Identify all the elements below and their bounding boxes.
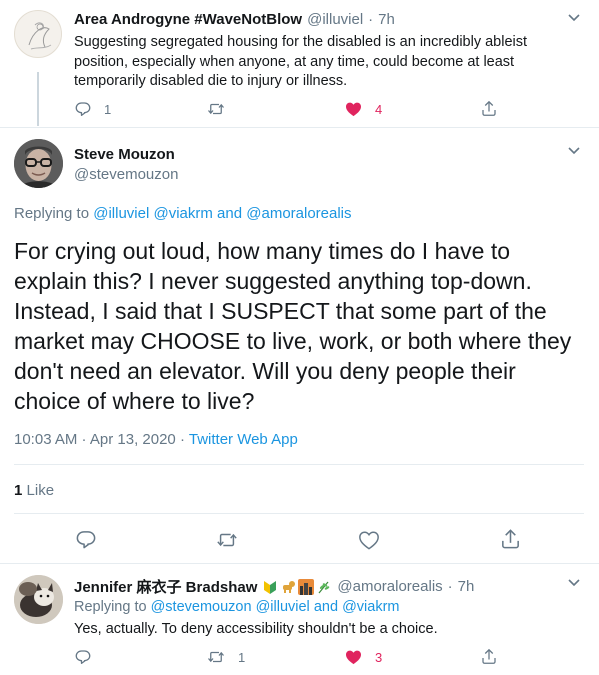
tweet3-separator: ·: [447, 578, 453, 595]
main-timestamp-row: 10:03 AM · Apr 13, 2020 · Twitter Web Ap…: [14, 431, 298, 448]
main-share-button[interactable]: [499, 527, 522, 551]
main-replying-to: Replying to @illuviel @viakrm and @amora…: [14, 205, 352, 222]
tweet3-handle[interactable]: @amoralorealis: [337, 578, 442, 595]
main-likes-row[interactable]: 1 Like: [14, 482, 54, 499]
tweet1-like-count: 4: [375, 101, 383, 117]
tweet1-share-button[interactable]: [480, 99, 498, 118]
thread-connector-line: [37, 72, 39, 126]
main-handle[interactable]: @stevemouzon: [74, 166, 178, 183]
avatar-jennifer-bradshaw[interactable]: [14, 575, 63, 624]
tweet1-reply-button[interactable]: 1: [74, 100, 111, 118]
main-text-line: explain this? I never suggested anything…: [14, 268, 532, 294]
main-timestamp[interactable]: 10:03 AM · Apr 13, 2020 ·: [14, 431, 185, 448]
replying-to-label: Replying to: [14, 205, 90, 222]
dog-emoji-icon: [283, 580, 296, 593]
reply-icon: [76, 531, 96, 549]
main-likes-number: 1: [14, 482, 23, 499]
tweet3-like-count: 3: [375, 649, 383, 665]
tweet1-retweet-button[interactable]: [206, 100, 226, 118]
tweet3-display-name[interactable]: Jennifer 麻衣子 Bradshaw: [74, 576, 257, 597]
retweet-icon: [217, 533, 237, 547]
main-text-line: choice of where to live?: [14, 388, 255, 414]
city-dusk-emoji-icon: [298, 578, 315, 595]
herb-emoji-icon: [318, 581, 330, 593]
mention-link[interactable]: @amoralorealis: [246, 205, 351, 222]
main-text-line: don't need an elevator. Will you deny pe…: [14, 358, 516, 384]
mention-link[interactable]: @illuviel: [256, 599, 310, 615]
tweet1-like-button[interactable]: 4: [344, 100, 382, 118]
tweet1-header: Area Androgyne #WaveNotBlow @illuviel · …: [74, 11, 395, 28]
main-like-button[interactable]: [357, 529, 381, 551]
heart-filled-icon: [346, 102, 361, 117]
tweet3-retweet-button[interactable]: 1: [206, 648, 245, 666]
tweet1-display-name[interactable]: Area Androgyne #WaveNotBlow: [74, 11, 302, 28]
tweet3-like-button[interactable]: 3: [344, 648, 382, 666]
beginner-badge-icon: [264, 580, 277, 594]
and-label: and: [313, 599, 339, 615]
tweet3-share-button[interactable]: [480, 647, 498, 666]
retweet-icon: [208, 103, 224, 115]
heart-outline-icon: [359, 531, 379, 550]
chevron-down-icon[interactable]: [567, 13, 581, 23]
tweet3-reply-button[interactable]: [74, 648, 92, 666]
mention-link[interactable]: @illuviel: [93, 205, 149, 222]
tweet1-separator: ·: [368, 11, 374, 28]
share-icon: [482, 648, 496, 664]
tweet3-time[interactable]: 7h: [458, 578, 475, 595]
main-text-line: Instead, I said that I SUSPECT that some…: [14, 298, 547, 324]
cat-avatar-image: [14, 575, 63, 624]
main-text-line: market may CHOOSE to live, work, or both…: [14, 328, 572, 354]
tweet1-time[interactable]: 7h: [378, 11, 395, 28]
tweet1-reply-count: 1: [104, 101, 112, 117]
main-text-line: For crying out loud, how many times do I…: [14, 238, 511, 264]
tweet1-handle[interactable]: @illuviel: [307, 11, 363, 28]
emoji-badges: [262, 578, 332, 595]
tweet3-replying-to: Replying to @stevemouzon @illuviel and @…: [74, 599, 399, 615]
avatar-steve-mouzon[interactable]: [14, 139, 63, 188]
main-likes-label: Like: [26, 482, 55, 499]
mention-link[interactable]: @viakrm: [153, 205, 212, 222]
main-tweet-text: For crying out loud, how many times do I…: [14, 236, 594, 416]
main-retweet-button[interactable]: [214, 529, 240, 551]
tweet3-header: Jennifer 麻衣子 Bradshaw @amoralorealis · 7…: [74, 576, 474, 597]
and-label: and: [217, 205, 243, 222]
divider: [14, 513, 584, 514]
retweet-icon: [208, 651, 224, 663]
tweet3-text: Yes, actually. To deny accessibility sho…: [74, 621, 438, 637]
main-display-name[interactable]: Steve Mouzon: [74, 146, 175, 163]
share-icon: [482, 100, 496, 116]
avatar-area-androgyne[interactable]: [14, 10, 62, 58]
tweet3-retweet-count: 1: [238, 649, 246, 665]
share-icon: [502, 529, 519, 549]
reply-icon: [75, 102, 91, 117]
heart-filled-icon: [346, 650, 361, 665]
sketch-avatar-image: [28, 22, 52, 50]
divider: [14, 464, 584, 465]
divider: [0, 127, 599, 128]
reply-icon: [75, 650, 91, 665]
tweet1-text: Suggesting segregated housing for the di…: [74, 34, 528, 89]
main-reply-button[interactable]: [74, 528, 98, 551]
person-avatar-image: [14, 139, 63, 188]
chevron-down-icon[interactable]: [567, 578, 581, 588]
mention-link[interactable]: @stevemouzon: [151, 599, 252, 615]
replying-to-label: Replying to: [74, 599, 147, 615]
mention-link[interactable]: @viakrm: [342, 599, 399, 615]
chevron-down-icon[interactable]: [567, 146, 581, 156]
divider: [0, 563, 599, 564]
main-source-link[interactable]: Twitter Web App: [189, 431, 298, 448]
